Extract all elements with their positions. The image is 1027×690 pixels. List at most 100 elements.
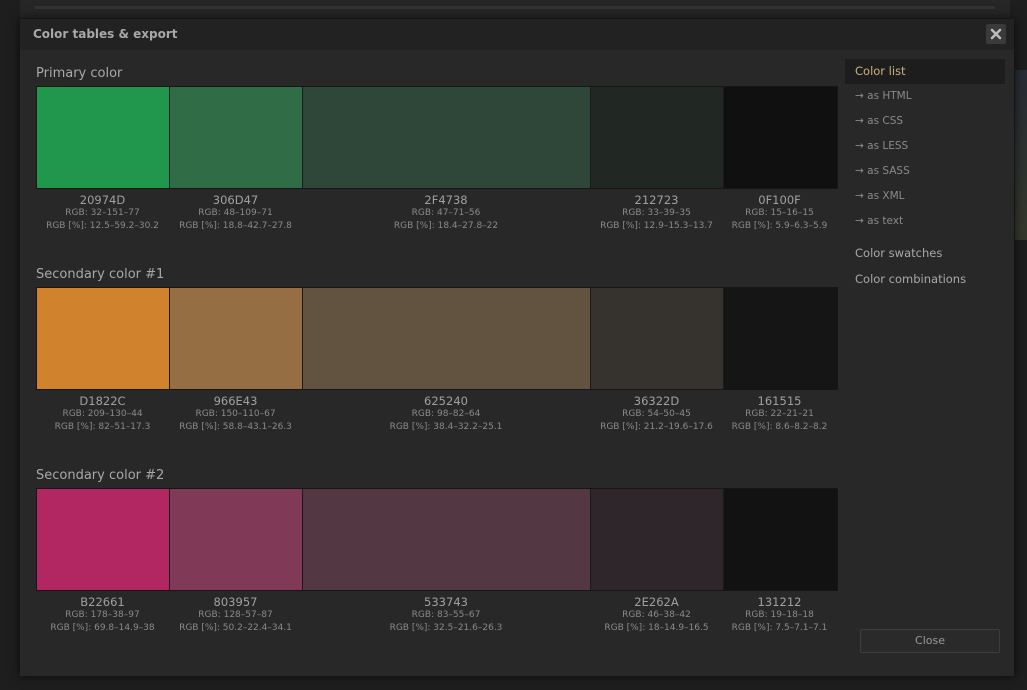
rgb-percent-value: RGB [%]: 12.5–59.2–30.2 xyxy=(46,221,159,231)
rgb-percent-value: RGB [%]: 58.8–43.1–26.3 xyxy=(179,422,292,432)
rgb-value: RGB: 33–39–35 xyxy=(622,208,691,218)
color-swatch[interactable] xyxy=(170,489,303,590)
dialog-titlebar: Color tables & export xyxy=(20,19,1014,50)
close-button[interactable]: Close xyxy=(860,629,1000,653)
swatch-labels: B22661 RGB: 178–38–97 RGB [%]: 69.8–14.9–3… xyxy=(36,595,836,635)
rgb-value: RGB: 32–151–77 xyxy=(65,208,140,218)
section-title: Secondary color #1 xyxy=(36,267,165,282)
rgb-percent-value: RGB [%]: 5.9–6.3–5.9 xyxy=(731,221,828,231)
hex-value: 625240 xyxy=(424,394,468,408)
sidebar-item-color-combinations[interactable]: Color combinations xyxy=(845,266,1005,292)
color-label: 0F100F RGB: 15–16–15 RGB [%]: 5.9–6.3–5.9 xyxy=(723,193,836,233)
rgb-percent-value: RGB [%]: 21.2–19.6–17.6 xyxy=(600,422,713,432)
rgb-percent-value: RGB [%]: 18.4–27.8–22 xyxy=(393,221,499,231)
hex-value: 533743 xyxy=(424,595,468,609)
rgb-percent-value: RGB [%]: 38.4–32.2–25.1 xyxy=(389,422,503,432)
rgb-percent-value: RGB [%]: 18–14.9–16.5 xyxy=(604,623,709,633)
rgb-percent-value: RGB [%]: 69.8–14.9–38 xyxy=(50,623,155,633)
dialog-title: Color tables & export xyxy=(33,27,178,41)
color-label: 212723 RGB: 33–39–35 RGB [%]: 12.9–15.3–13… xyxy=(590,193,723,233)
hex-value: 0F100F xyxy=(758,193,801,207)
hex-value: 2F4738 xyxy=(424,193,468,207)
color-tables-dialog: Color tables & export Primary color 2097… xyxy=(20,19,1014,676)
close-icon[interactable] xyxy=(986,24,1006,44)
background-window-edge xyxy=(1015,70,1027,240)
rgb-value: RGB: 15–16–15 xyxy=(745,208,814,218)
hex-value: 131212 xyxy=(757,595,802,609)
color-swatch[interactable] xyxy=(303,87,591,188)
color-label: 306D47 RGB: 48–109–71 RGB [%]: 18.8–42.7–2… xyxy=(169,193,302,233)
rgb-value: RGB: 150–110–67 xyxy=(195,409,276,419)
color-label: B22661 RGB: 178–38–97 RGB [%]: 69.8–14.9–3… xyxy=(36,595,169,635)
color-label: 533743 RGB: 83–55–67 RGB [%]: 32.5–21.6–26… xyxy=(302,595,590,635)
swatch-strip xyxy=(36,287,838,390)
rgb-value: RGB: 19–18–18 xyxy=(745,610,814,620)
color-label: D1822C RGB: 209–130–44 RGB [%]: 82–51–17.3 xyxy=(36,394,169,434)
sidebar-item-color-list[interactable]: Color list xyxy=(845,59,1005,84)
color-label: 20974D RGB: 32–151–77 RGB [%]: 12.5–59.2–3… xyxy=(36,193,169,233)
background-window-line xyxy=(35,6,995,9)
color-swatch[interactable] xyxy=(724,489,837,590)
color-swatch[interactable] xyxy=(724,87,837,188)
color-swatch[interactable] xyxy=(591,288,724,389)
hex-value: 966E43 xyxy=(213,394,258,408)
sidebar-item-as-less[interactable]: → as LESS xyxy=(845,134,1005,159)
sidebar-item-as-text[interactable]: → as text xyxy=(845,209,1005,234)
color-label: 2E262A RGB: 46–38–42 RGB [%]: 18–14.9–16.5 xyxy=(590,595,723,635)
close-x-glyph xyxy=(990,28,1002,40)
color-label: 625240 RGB: 98–82–64 RGB [%]: 38.4–32.2–25… xyxy=(302,394,590,434)
swatch-labels: 20974D RGB: 32–151–77 RGB [%]: 12.5–59.2–3… xyxy=(36,193,836,233)
rgb-percent-value: RGB [%]: 7.5–7.1–7.1 xyxy=(731,623,828,633)
rgb-value: RGB: 47–71–56 xyxy=(411,208,481,218)
rgb-value: RGB: 209–130–44 xyxy=(62,409,143,419)
hex-value: D1822C xyxy=(79,394,126,408)
color-swatch[interactable] xyxy=(37,288,170,389)
color-label: 803957 RGB: 128–57–87 RGB [%]: 50.2–22.4–3… xyxy=(169,595,302,635)
rgb-percent-value: RGB [%]: 18.8–42.7–27.8 xyxy=(179,221,292,231)
rgb-percent-value: RGB [%]: 8.6–8.2–8.2 xyxy=(731,422,828,432)
rgb-percent-value: RGB [%]: 82–51–17.3 xyxy=(54,422,151,432)
color-swatch[interactable] xyxy=(591,87,724,188)
hex-value: 212723 xyxy=(634,193,679,207)
sidebar-item-as-css[interactable]: → as CSS xyxy=(845,109,1005,134)
color-label: 36322D RGB: 54–50–45 RGB [%]: 21.2–19.6–17… xyxy=(590,394,723,434)
rgb-value: RGB: 48–109–71 xyxy=(198,208,273,218)
sidebar-item-as-html[interactable]: → as HTML xyxy=(845,84,1005,109)
color-swatch[interactable] xyxy=(170,288,303,389)
hex-value: B22661 xyxy=(80,595,125,609)
color-swatch[interactable] xyxy=(170,87,303,188)
hex-value: 2E262A xyxy=(634,595,679,609)
section-title: Primary color xyxy=(36,66,123,81)
color-swatch[interactable] xyxy=(303,288,591,389)
hex-value: 161515 xyxy=(757,394,802,408)
color-swatch[interactable] xyxy=(303,489,591,590)
hex-value: 306D47 xyxy=(212,193,259,207)
section-title: Secondary color #2 xyxy=(36,468,165,483)
rgb-value: RGB: 54–50–45 xyxy=(622,409,691,419)
swatch-strip xyxy=(36,488,838,591)
rgb-value: RGB: 178–38–97 xyxy=(65,610,140,620)
sidebar-item-as-sass[interactable]: → as SASS xyxy=(845,159,1005,184)
color-swatch[interactable] xyxy=(37,489,170,590)
color-label: 131212 RGB: 19–18–18 RGB [%]: 7.5–7.1–7.1 xyxy=(723,595,836,635)
color-swatch[interactable] xyxy=(37,87,170,188)
export-sidebar: Color list → as HTML → as CSS → as LESS … xyxy=(845,59,1005,292)
sidebar-item-color-swatches[interactable]: Color swatches xyxy=(845,240,1005,266)
rgb-value: RGB: 46–38–42 xyxy=(622,610,691,620)
hex-value: 20974D xyxy=(79,193,126,207)
hex-value: 36322D xyxy=(633,394,680,408)
background-window-strip xyxy=(20,0,1010,18)
rgb-percent-value: RGB [%]: 50.2–22.4–34.1 xyxy=(179,623,292,633)
color-swatch[interactable] xyxy=(591,489,724,590)
color-swatch[interactable] xyxy=(724,288,837,389)
hex-value: 803957 xyxy=(213,595,258,609)
swatch-labels: D1822C RGB: 209–130–44 RGB [%]: 82–51–17.3… xyxy=(36,394,836,434)
rgb-percent-value: RGB [%]: 12.9–15.3–13.7 xyxy=(600,221,713,231)
color-label: 966E43 RGB: 150–110–67 RGB [%]: 58.8–43.1–… xyxy=(169,394,302,434)
rgb-value: RGB: 98–82–64 xyxy=(411,409,481,419)
sidebar-item-as-xml[interactable]: → as XML xyxy=(845,184,1005,209)
swatch-strip xyxy=(36,86,838,189)
rgb-percent-value: RGB [%]: 32.5–21.6–26.3 xyxy=(389,623,503,633)
color-label: 2F4738 RGB: 47–71–56 RGB [%]: 18.4–27.8–22 xyxy=(302,193,590,233)
rgb-value: RGB: 128–57–87 xyxy=(198,610,273,620)
